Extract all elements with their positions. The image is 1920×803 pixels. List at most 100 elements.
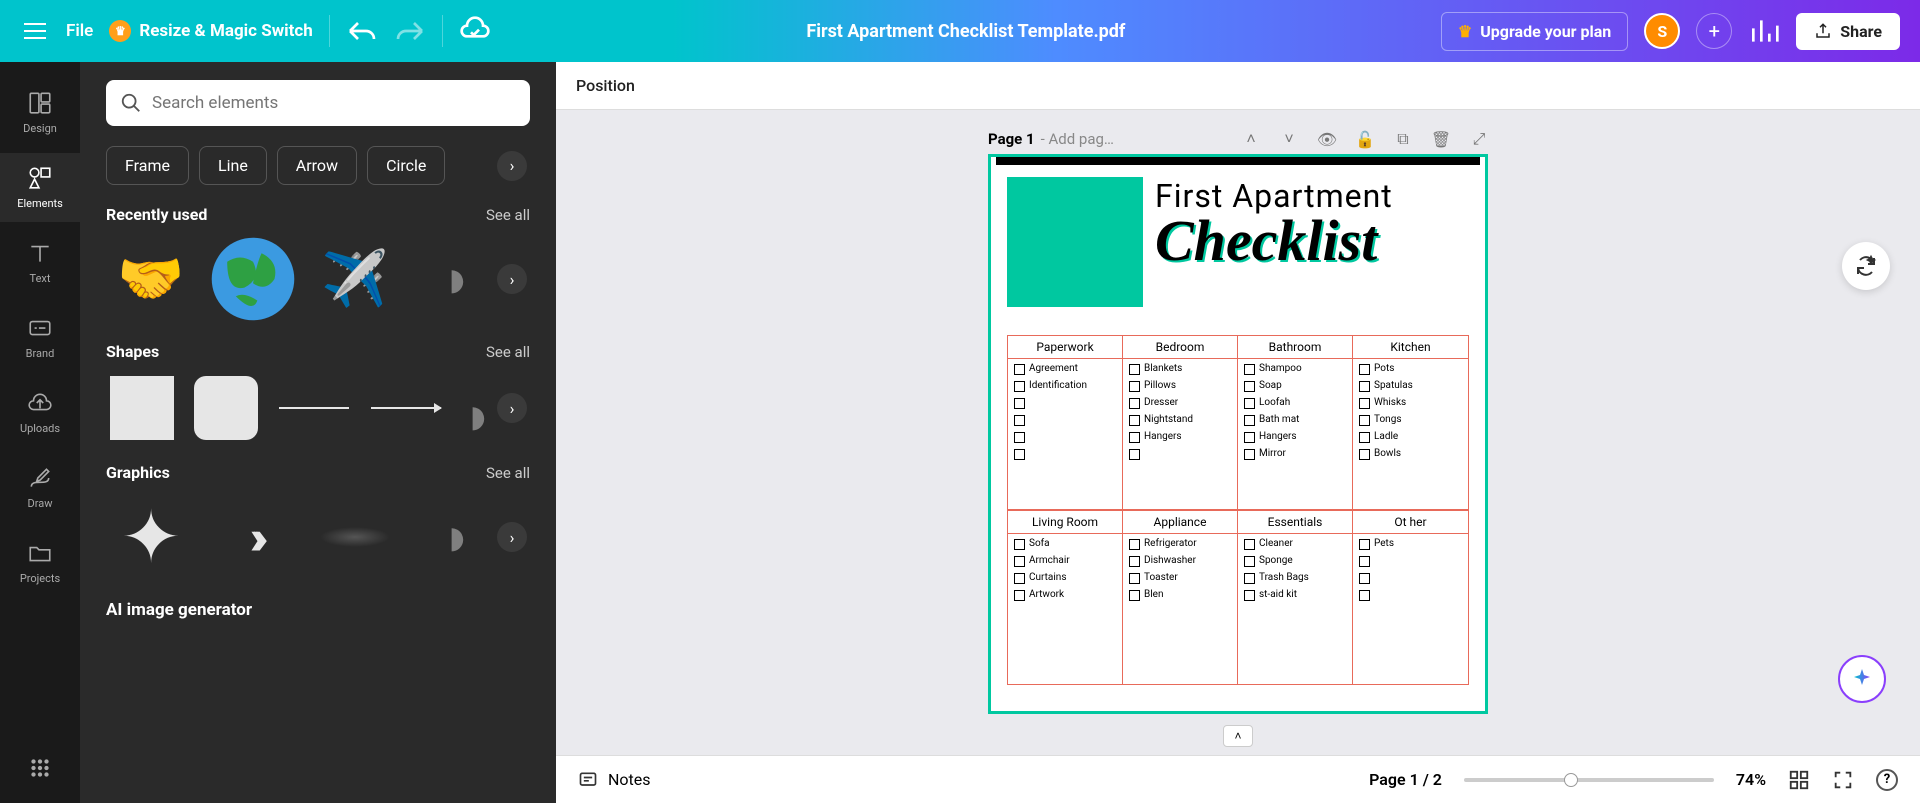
scroll-right-button[interactable]: › (497, 522, 527, 552)
page-number: Page 1 (988, 130, 1035, 148)
undo-button[interactable] (346, 15, 378, 47)
rail-projects[interactable]: Projects (0, 528, 80, 597)
resize-magic-button[interactable]: ♛ Resize & Magic Switch (109, 20, 313, 42)
graphic-shadow[interactable] (310, 494, 400, 580)
divider (442, 15, 443, 47)
rail-brand[interactable]: Brand (0, 303, 80, 372)
graphic-sparkle[interactable]: ✦ (106, 494, 196, 580)
rail-uploads[interactable]: Uploads (0, 378, 80, 447)
lock-icon[interactable]: 🔓 (1356, 130, 1374, 148)
context-toolbar: Position (556, 62, 1920, 110)
share-label: Share (1840, 22, 1882, 41)
left-rail: Design Elements Text Brand Uploads Draw … (0, 62, 80, 803)
shape-arrow-line[interactable] (366, 373, 446, 443)
canvas-page-1[interactable]: First Apartment Checklist PaperworkAgree… (988, 154, 1488, 714)
analytics-button[interactable] (1748, 15, 1780, 47)
rail-draw[interactable]: Draw (0, 453, 80, 522)
cloud-sync-icon[interactable] (459, 15, 491, 47)
element-handshake[interactable]: 🤝 (106, 236, 196, 322)
see-all-link[interactable]: See all (486, 206, 530, 224)
checklist-grid-1[interactable]: PaperworkAgreementIdentificationBedroomB… (1007, 335, 1469, 510)
menu-button[interactable] (20, 19, 50, 43)
notes-label: Notes (608, 770, 651, 789)
visibility-icon[interactable]: 👁 (1318, 130, 1336, 148)
section-title: Graphics (106, 463, 170, 482)
section-title: Shapes (106, 342, 159, 361)
top-bar: File ♛ Resize & Magic Switch First Apart… (0, 0, 1920, 62)
scroll-right-button[interactable]: › (497, 393, 527, 423)
zoom-thumb[interactable] (1564, 773, 1578, 787)
section-recently-used: Recently used See all 🤝 ✈️ ◗ › (106, 205, 530, 322)
element-airplane[interactable]: ✈️ (310, 236, 400, 322)
rail-elements[interactable]: Elements (0, 153, 80, 222)
divider (329, 15, 330, 47)
see-all-link[interactable]: See all (486, 343, 530, 361)
rail-text[interactable]: Text (0, 228, 80, 297)
rail-label: Draw (28, 497, 53, 510)
element-partial[interactable]: ◗ (412, 236, 502, 322)
page-up-button[interactable]: ˄ (1242, 130, 1260, 148)
rail-label: Text (30, 272, 51, 285)
add-page-title[interactable]: - Add pag… (1041, 130, 1114, 148)
graphic-partial[interactable]: ◗ (412, 494, 502, 580)
page-counter[interactable]: Page 1 / 2 (1369, 770, 1442, 789)
search-icon (120, 92, 142, 114)
section-shapes: Shapes See all ◗ › (106, 342, 530, 443)
share-button[interactable]: Share (1796, 13, 1900, 50)
help-button[interactable]: ? (1876, 769, 1898, 791)
delete-icon[interactable]: 🗑 (1432, 130, 1450, 148)
chip-frame[interactable]: Frame (106, 146, 189, 185)
canvas-scroll[interactable]: Page 1 - Add pag… ˄ ˅ 👁 🔓 ⧉ 🗑 ⤢ First Ap… (556, 110, 1920, 755)
rail-label: Uploads (20, 422, 60, 435)
element-globe[interactable] (208, 236, 298, 322)
chip-circle[interactable]: Circle (367, 146, 445, 185)
shape-square[interactable] (106, 373, 178, 443)
expand-icon[interactable]: ⤢ (1470, 130, 1488, 148)
chip-arrow[interactable]: Arrow (277, 146, 357, 185)
shape-line[interactable] (274, 373, 354, 443)
bottom-bar: Notes Page 1 / 2 74% ? (556, 755, 1920, 803)
magic-refresh-button[interactable] (1842, 242, 1890, 290)
title-line-2[interactable]: Checklist (1155, 215, 1469, 267)
ai-assistant-button[interactable] (1838, 655, 1886, 703)
rail-design[interactable]: Design (0, 78, 80, 147)
upgrade-label: Upgrade your plan (1480, 22, 1611, 41)
file-menu[interactable]: File (66, 21, 93, 41)
graphic-chevrons[interactable]: ››› (208, 494, 298, 580)
rail-apps[interactable] (0, 743, 80, 793)
canvas-area: Position Page 1 - Add pag… ˄ ˅ 👁 🔓 ⧉ 🗑 ⤢ (556, 62, 1920, 755)
ai-image-generator[interactable]: AI image generator (106, 600, 530, 620)
avatar[interactable]: S (1644, 13, 1680, 49)
crown-icon: ♛ (1458, 22, 1472, 41)
checklist-grid-2[interactable]: Living RoomSofaArmchairCurtainsArtworkAp… (1007, 510, 1469, 685)
redo-button[interactable] (394, 15, 426, 47)
chip-scroll-button[interactable]: › (497, 151, 527, 181)
rail-label: Design (23, 122, 57, 135)
scroll-right-button[interactable]: › (497, 264, 527, 294)
add-member-button[interactable]: + (1696, 13, 1732, 49)
green-square-element[interactable] (1007, 177, 1143, 307)
crown-icon: ♛ (109, 20, 131, 42)
duplicate-icon[interactable]: ⧉ (1394, 130, 1412, 148)
shape-partial[interactable]: ◗ (458, 373, 498, 443)
fullscreen-button[interactable] (1832, 769, 1854, 791)
see-all-link[interactable]: See all (486, 464, 530, 482)
page-down-button[interactable]: ˅ (1280, 130, 1298, 148)
zoom-slider[interactable] (1464, 778, 1714, 782)
resize-label: Resize & Magic Switch (139, 21, 313, 41)
grid-view-button[interactable] (1788, 769, 1810, 791)
section-title: Recently used (106, 205, 207, 224)
shape-rounded[interactable] (190, 373, 262, 443)
chip-row: Frame Line Arrow Circle › (106, 146, 530, 185)
rail-label: Projects (20, 572, 60, 585)
chip-line[interactable]: Line (199, 146, 267, 185)
document-title[interactable]: First Apartment Checklist Template.pdf (507, 21, 1425, 42)
notes-button[interactable]: Notes (578, 770, 651, 790)
upgrade-button[interactable]: ♛ Upgrade your plan (1441, 12, 1628, 51)
position-button[interactable]: Position (576, 76, 635, 95)
search-input[interactable] (152, 93, 516, 113)
search-input-wrapper[interactable] (106, 80, 530, 126)
scroll-up-button[interactable]: ˄ (1223, 725, 1253, 747)
zoom-percent[interactable]: 74% (1736, 770, 1766, 789)
rail-label: Brand (26, 347, 55, 360)
